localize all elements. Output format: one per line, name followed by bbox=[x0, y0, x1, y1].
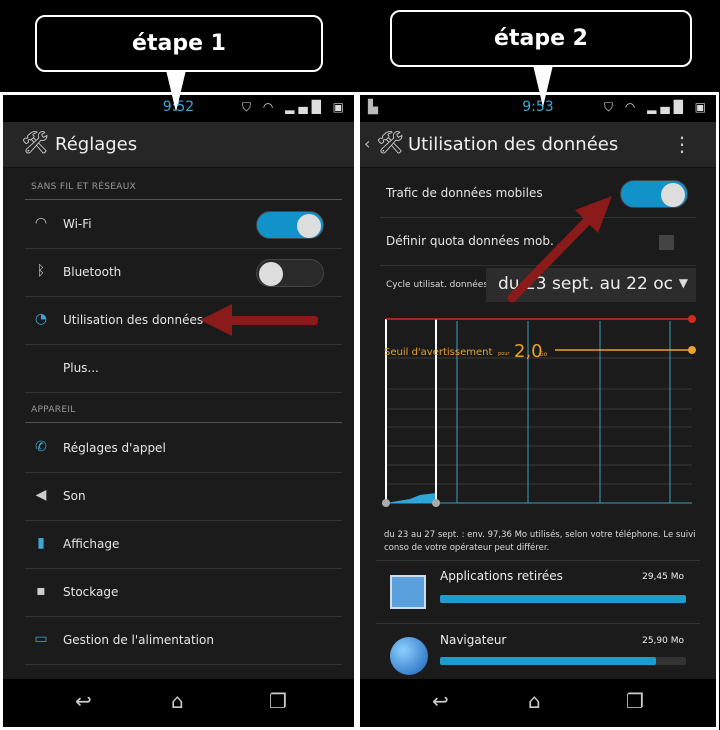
annotation-arrows bbox=[200, 196, 612, 336]
arrow-to-mobile-toggle bbox=[507, 196, 612, 303]
arrow-to-data-usage bbox=[200, 304, 318, 336]
